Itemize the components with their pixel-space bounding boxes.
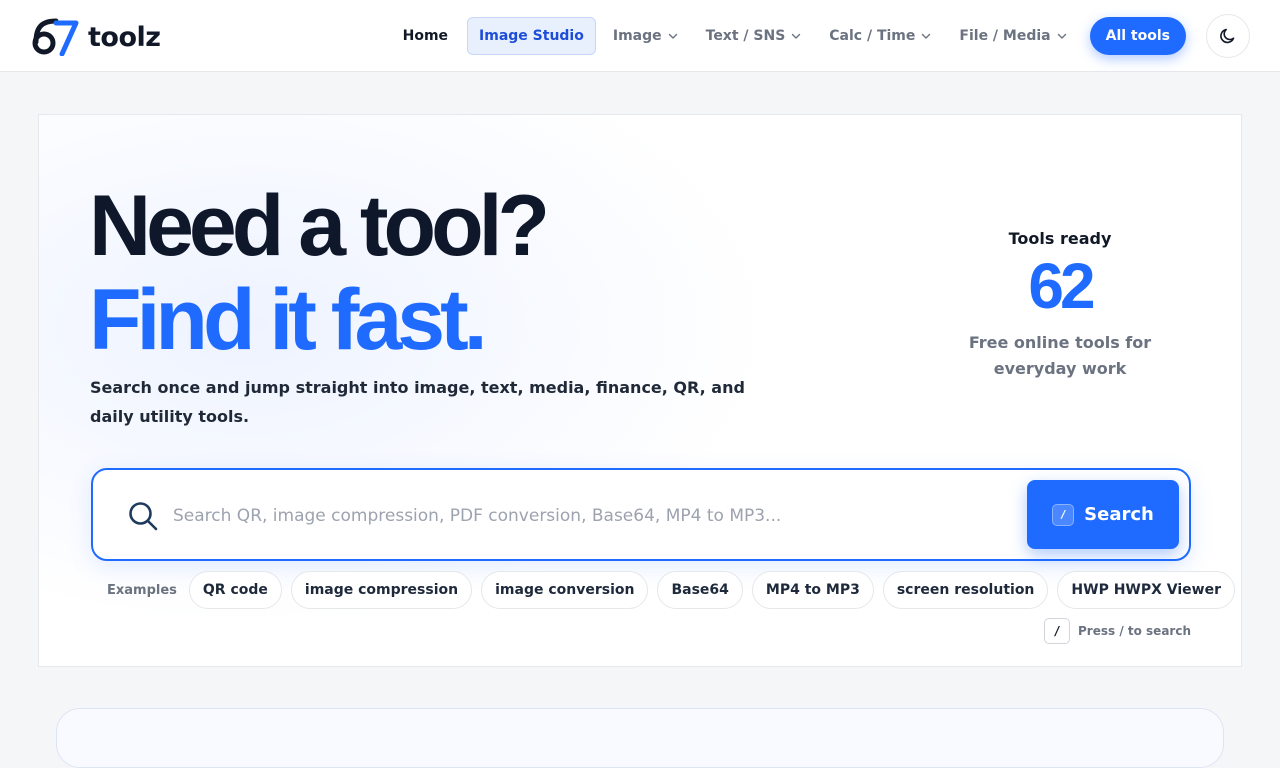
nav-image-studio-label: Image Studio bbox=[479, 28, 584, 44]
nav-image-label: Image bbox=[612, 28, 662, 44]
chevron-down-icon bbox=[792, 33, 801, 39]
example-chip[interactable]: screen resolution bbox=[882, 571, 1049, 609]
slash-key-icon: / bbox=[1044, 618, 1070, 644]
all-tools-button[interactable]: All tools bbox=[1089, 17, 1186, 55]
chevron-down-icon bbox=[668, 33, 677, 39]
example-chip[interactable]: image compression bbox=[290, 571, 473, 609]
search-button[interactable]: / Search bbox=[1027, 480, 1179, 549]
chevron-down-icon bbox=[1057, 33, 1066, 39]
moon-icon bbox=[1220, 28, 1235, 44]
hero-card: Need a tool? Find it fast. Search once a… bbox=[38, 114, 1242, 667]
chevron-down-icon bbox=[922, 33, 931, 39]
search-icon bbox=[129, 502, 158, 531]
stats-description: Free online tools for everyday work bbox=[968, 333, 1152, 378]
nav-image-dropdown[interactable]: Image bbox=[602, 17, 689, 55]
search-examples: Examples QR code image compression image… bbox=[107, 571, 1244, 609]
brand-logo[interactable]: toolz bbox=[32, 18, 161, 56]
slash-shortcut-badge: / bbox=[1052, 503, 1075, 526]
nav-home-label: Home bbox=[402, 28, 449, 44]
search-box: / Search bbox=[91, 468, 1191, 561]
tools-stats: Tools ready 62 Free online tools for eve… bbox=[929, 229, 1191, 382]
nav-file-media-label: File / Media bbox=[959, 28, 1051, 44]
nav-calc-time-label: Calc / Time bbox=[829, 28, 916, 44]
nav-text-sns-dropdown[interactable]: Text / SNS bbox=[695, 17, 813, 55]
stats-count: 62 bbox=[1028, 250, 1095, 322]
nav-text-sns-label: Text / SNS bbox=[705, 28, 786, 44]
search-button-label: Search bbox=[1084, 504, 1154, 525]
nav-home[interactable]: Home bbox=[392, 17, 459, 55]
main-nav: Home Image Studio Image Text / SNS Calc … bbox=[392, 14, 1250, 58]
nav-calc-time-dropdown[interactable]: Calc / Time bbox=[818, 17, 942, 55]
example-chip[interactable]: image conversion bbox=[481, 571, 649, 609]
keyboard-hint-text: Press / to search bbox=[1078, 624, 1191, 638]
top-navigation-bar: toolz Home Image Studio Image Text / SNS… bbox=[0, 0, 1280, 72]
hero-title-line2: Find it fast. bbox=[89, 272, 488, 368]
example-chip[interactable]: HWP HWPX Viewer bbox=[1057, 571, 1236, 609]
hero-subtitle: Search once and jump straight into image… bbox=[90, 378, 745, 426]
examples-label: Examples bbox=[107, 582, 177, 598]
next-section-card bbox=[56, 708, 1224, 768]
example-chip[interactable]: Base64 bbox=[657, 571, 743, 609]
nav-image-studio[interactable]: Image Studio bbox=[467, 17, 596, 55]
theme-toggle-button[interactable] bbox=[1206, 14, 1250, 58]
stats-label: Tools ready bbox=[1008, 229, 1112, 248]
example-chip[interactable]: QR code bbox=[188, 571, 282, 609]
nav-file-media-dropdown[interactable]: File / Media bbox=[948, 17, 1077, 55]
example-chip[interactable]: MP4 to MP3 bbox=[751, 571, 874, 609]
keyboard-hint: / Press / to search bbox=[1044, 618, 1191, 644]
search-input[interactable] bbox=[173, 498, 813, 534]
hero-title-line1: Need a tool? bbox=[89, 178, 550, 274]
logo-67-mark-icon bbox=[32, 18, 79, 56]
brand-name: toolz bbox=[88, 21, 161, 53]
